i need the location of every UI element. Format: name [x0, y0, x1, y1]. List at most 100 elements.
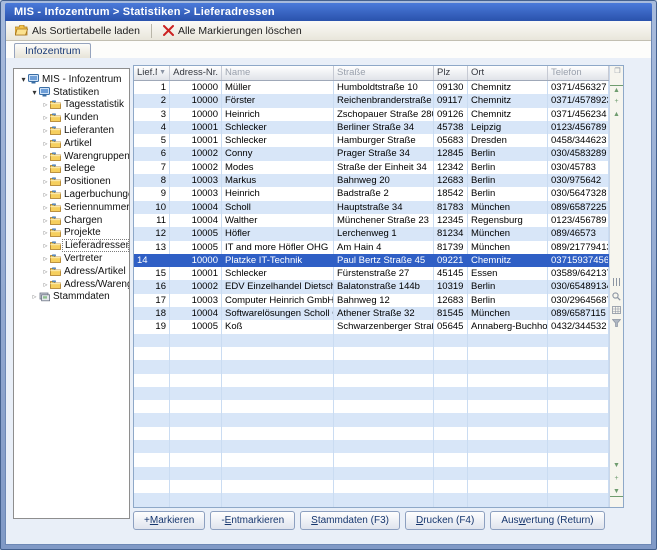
fit-columns-icon[interactable] — [610, 278, 623, 289]
collapsed-arrow-icon[interactable]: ▹ — [41, 126, 50, 135]
column-chooser-icon[interactable]: ❐ — [611, 67, 623, 76]
column-header-ort[interactable]: Ort — [468, 66, 548, 80]
table-row[interactable]: 110000MüllerHumboldtstraße 1009130Chemni… — [134, 81, 609, 94]
collapsed-arrow-icon[interactable]: ▹ — [41, 113, 50, 122]
tab-infozentrum[interactable]: Infozentrum — [14, 43, 91, 58]
tree-item-lieferadressen[interactable]: ▹ Lieferadressen — [14, 239, 129, 252]
table-row[interactable]: 1910005KoßSchwarzenberger Straße05645Ann… — [134, 320, 609, 333]
table-cell: Computer Heinrich GmbH — [222, 294, 334, 307]
tree-item-stammdaten[interactable]: ▹Stammdaten — [14, 291, 129, 304]
drucken-button[interactable]: Drucken (F4) — [405, 511, 485, 530]
goto-first-icon[interactable]: ▲ — [610, 85, 623, 95]
markieren-button[interactable]: + Markieren — [133, 511, 205, 530]
tree-item-adress-artikel[interactable]: ▹Adress/Artikel — [14, 265, 129, 278]
collapsed-arrow-icon[interactable]: ▹ — [41, 164, 50, 173]
stammdaten-button[interactable]: Stammdaten (F3) — [300, 511, 400, 530]
tree-item-lieferanten[interactable]: ▹Lieferanten — [14, 124, 129, 137]
table-row[interactable]: 1210005HöflerLerchenweg 181234München089… — [134, 227, 609, 240]
table-cell: 12345 — [434, 214, 468, 227]
tree-item-vertreter[interactable]: ▹Vertreter — [14, 252, 129, 265]
tree-item-projekte[interactable]: ▹Projekte — [14, 227, 129, 240]
table-row[interactable]: 210000FörsterReichenbranderstraße 309117… — [134, 94, 609, 107]
table-row[interactable]: 1110004WaltherMünchener Straße 2312345Re… — [134, 214, 609, 227]
table-row[interactable]: 410001SchleckerBerliner Straße 3445738Le… — [134, 121, 609, 134]
table-row[interactable]: 1810004Softwarelösungen Scholl GnbAthene… — [134, 307, 609, 320]
column-header-lief-nr[interactable]: Lief.Nr▼ — [134, 66, 170, 80]
column-header-adress-nr[interactable]: Adress-Nr. — [170, 66, 222, 80]
filter-icon[interactable] — [610, 319, 623, 330]
column-header-name[interactable]: Name — [222, 66, 334, 80]
tree-item-positionen[interactable]: ▹Positionen — [14, 175, 129, 188]
column-header-telefon[interactable]: Telefon — [548, 66, 609, 80]
collapsed-arrow-icon[interactable]: ▹ — [41, 190, 50, 199]
search-icon[interactable] — [610, 292, 623, 304]
table-row[interactable]: 1510001SchleckerFürstenstraße 2745145Ess… — [134, 267, 609, 280]
table-cell: Softwarelösungen Scholl Gnb — [222, 307, 334, 320]
multiselect-icon[interactable] — [610, 306, 623, 317]
table-row[interactable]: 810003MarkusBahnweg 2012683Berlin030/975… — [134, 174, 609, 187]
table-row[interactable]: 310000HeinrichZschopauer Straße 28009126… — [134, 108, 609, 121]
table-cell — [434, 387, 468, 400]
collapsed-arrow-icon[interactable]: ▹ — [30, 292, 39, 301]
load-sort-table-button[interactable]: Als Sortiertabelle laden — [10, 24, 145, 38]
collapsed-arrow-icon[interactable]: ▹ — [41, 254, 50, 263]
scroll-up-icon[interactable]: ▲ — [610, 110, 623, 119]
collapsed-arrow-icon[interactable]: ▹ — [41, 203, 50, 212]
tree-item-tagesstatistik[interactable]: ▹Tagesstatistik — [14, 99, 129, 112]
table-row[interactable]: 910003HeinrichBadstraße 218542Berlin030/… — [134, 187, 609, 200]
table-row[interactable]: 1610002EDV Einzelhandel Dietsch GmbBalat… — [134, 280, 609, 293]
tree-item-kunden[interactable]: ▹Kunden — [14, 111, 129, 124]
table-row[interactable]: 1410000Platzke IT-TechnikPaul Bertz Stra… — [134, 254, 609, 267]
table-cell: 0123/456789 — [548, 121, 609, 134]
scroll-down-icon[interactable]: ▼ — [610, 461, 623, 470]
tree-item-belege[interactable]: ▹Belege — [14, 163, 129, 176]
empty-table-row — [134, 427, 609, 440]
table-cell: 030/5647328 — [548, 187, 609, 200]
tree-item-lagerbuchungen[interactable]: ▹Lagerbuchungen — [14, 188, 129, 201]
table-row[interactable]: 610002ConnyPrager Straße 3412845Berlin03… — [134, 147, 609, 160]
table-row[interactable]: 1710003Computer Heinrich GmbHBahnweg 121… — [134, 294, 609, 307]
goto-last-icon[interactable]: ▼ — [610, 487, 623, 497]
table-cell: EDV Einzelhandel Dietsch Gmb — [222, 280, 334, 293]
clear-marks-button[interactable]: Alle Markierungen löschen — [158, 24, 307, 38]
tree-item-warengruppen[interactable]: ▹Warengruppen — [14, 150, 129, 163]
tree-item-chargen[interactable]: ▹Chargen — [14, 214, 129, 227]
table-row[interactable]: 710002ModesStraße der Einheit 3412342Ber… — [134, 161, 609, 174]
add-up-icon[interactable]: + — [610, 97, 623, 106]
table-cell — [468, 374, 548, 387]
table-cell: Straße der Einheit 34 — [334, 161, 434, 174]
column-header-plz[interactable]: Plz — [434, 66, 468, 80]
table-row[interactable]: 1010004SchollHauptstraße 3481783München0… — [134, 201, 609, 214]
tree-item-statistiken[interactable]: ▾Statistiken — [14, 86, 129, 99]
table-cell: 10319 — [434, 280, 468, 293]
auswertung-button[interactable]: Auswertung (Return) — [490, 511, 604, 530]
tree-item-artikel[interactable]: ▹Artikel — [14, 137, 129, 150]
table-row[interactable]: 1310005IT and more Höfler OHGAm Hain 481… — [134, 241, 609, 254]
expanded-arrow-icon[interactable]: ▾ — [30, 88, 39, 97]
collapsed-arrow-icon[interactable]: ▹ — [41, 139, 50, 148]
table-cell: 05645 — [434, 320, 468, 333]
collapsed-arrow-icon[interactable]: ▹ — [41, 216, 50, 225]
collapsed-arrow-icon[interactable]: ▹ — [41, 100, 50, 109]
table-cell — [170, 413, 222, 426]
table-cell: 45145 — [434, 267, 468, 280]
tree-item-adress-warengruppen[interactable]: ▹Adress/Warengruppen — [14, 278, 129, 291]
add-down-icon[interactable]: + — [610, 474, 623, 483]
collapsed-arrow-icon[interactable]: ▹ — [41, 177, 50, 186]
collapsed-arrow-icon[interactable]: ▹ — [41, 241, 50, 250]
collapsed-arrow-icon[interactable]: ▹ — [41, 228, 50, 237]
column-header-stra-e[interactable]: Straße — [334, 66, 434, 80]
collapsed-arrow-icon[interactable]: ▹ — [41, 267, 50, 276]
tree-item-mis-infozentrum[interactable]: ▾ MIS - Infozentrum — [14, 73, 129, 86]
expanded-arrow-icon[interactable]: ▾ — [19, 75, 28, 84]
collapsed-arrow-icon[interactable]: ▹ — [41, 152, 50, 161]
table-cell: 10003 — [170, 174, 222, 187]
collapsed-arrow-icon[interactable]: ▹ — [41, 280, 50, 289]
tree-item-label: MIS - Infozentrum — [40, 74, 123, 85]
table-cell: Berlin — [468, 147, 548, 160]
entmarkieren-button[interactable]: - Entmarkieren — [210, 511, 295, 530]
table-row[interactable]: 510001SchleckerHamburger Straße05683Dres… — [134, 134, 609, 147]
table-cell: 15 — [134, 267, 170, 280]
tree-item-label: Lieferadressen — [62, 239, 129, 252]
tree-item-seriennummern[interactable]: ▹Seriennummern — [14, 201, 129, 214]
